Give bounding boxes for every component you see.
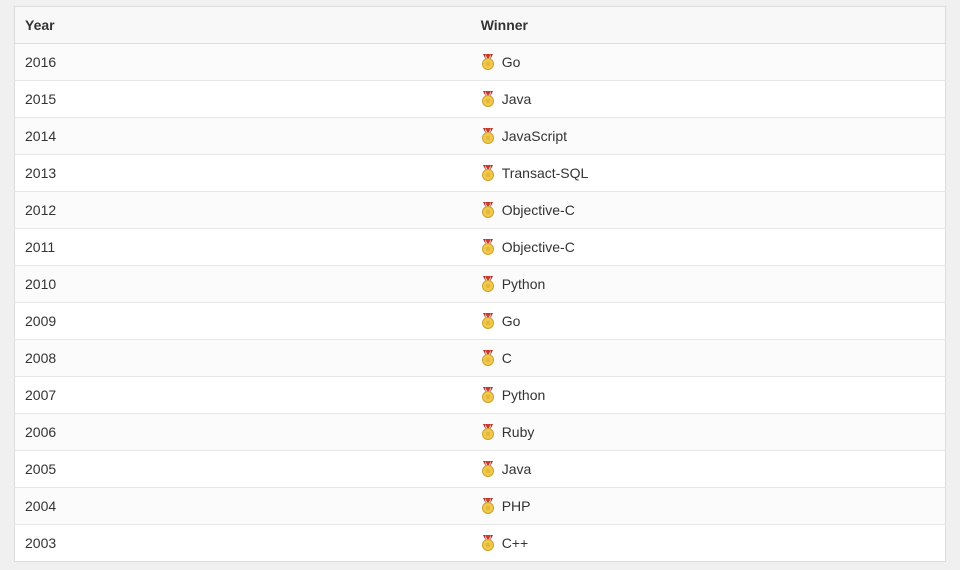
- winner-label: Ruby: [502, 424, 535, 440]
- table-row: 2009 Go: [15, 303, 946, 340]
- medal-icon: [481, 91, 495, 107]
- winner-label: Go: [502, 54, 521, 70]
- winner-label: C++: [502, 535, 528, 551]
- winner-label: Objective-C: [502, 202, 575, 218]
- cell-year: 2007: [15, 377, 471, 414]
- cell-year: 2013: [15, 155, 471, 192]
- medal-icon: [481, 202, 495, 218]
- cell-winner: Java: [471, 451, 946, 488]
- medal-icon: [481, 535, 495, 551]
- cell-winner: Ruby: [471, 414, 946, 451]
- winner-label: Java: [502, 91, 532, 107]
- cell-year: 2004: [15, 488, 471, 525]
- cell-winner: Objective-C: [471, 192, 946, 229]
- table-row: 2005 Java: [15, 451, 946, 488]
- table-row: 2014 JavaScript: [15, 118, 946, 155]
- medal-icon: [481, 239, 495, 255]
- cell-winner: C++: [471, 525, 946, 562]
- table-row: 2010 Python: [15, 266, 946, 303]
- cell-year: 2005: [15, 451, 471, 488]
- medal-icon: [481, 461, 495, 477]
- cell-year: 2006: [15, 414, 471, 451]
- table-row: 2007 Python: [15, 377, 946, 414]
- cell-winner: Java: [471, 81, 946, 118]
- cell-winner: Go: [471, 44, 946, 81]
- table-row: 2004 PHP: [15, 488, 946, 525]
- table-row: 2008 C: [15, 340, 946, 377]
- header-winner: Winner: [471, 7, 946, 44]
- cell-winner: Python: [471, 377, 946, 414]
- table-row: 2016 Go: [15, 44, 946, 81]
- medal-icon: [481, 54, 495, 70]
- cell-year: 2012: [15, 192, 471, 229]
- winner-label: Go: [502, 313, 521, 329]
- header-year: Year: [15, 7, 471, 44]
- medal-icon: [481, 128, 495, 144]
- cell-year: 2015: [15, 81, 471, 118]
- winner-label: Java: [502, 461, 532, 477]
- medal-icon: [481, 165, 495, 181]
- cell-winner: Python: [471, 266, 946, 303]
- table-row: 2011 Objective-C: [15, 229, 946, 266]
- cell-year: 2016: [15, 44, 471, 81]
- table-header-row: Year Winner: [15, 7, 946, 44]
- table-row: 2012 Objective-C: [15, 192, 946, 229]
- medal-icon: [481, 387, 495, 403]
- table-row: 2015 Java: [15, 81, 946, 118]
- winners-table: Year Winner 2016 Go 2015 Java 2014 JavaScript…: [14, 6, 946, 562]
- winner-label: Objective-C: [502, 239, 575, 255]
- medal-icon: [481, 313, 495, 329]
- cell-year: 2011: [15, 229, 471, 266]
- cell-winner: Objective-C: [471, 229, 946, 266]
- medal-icon: [481, 498, 495, 514]
- winner-label: JavaScript: [502, 128, 567, 144]
- table-row: 2013 Transact-SQL: [15, 155, 946, 192]
- cell-year: 2009: [15, 303, 471, 340]
- medal-icon: [481, 276, 495, 292]
- cell-year: 2010: [15, 266, 471, 303]
- cell-winner: Go: [471, 303, 946, 340]
- cell-winner: JavaScript: [471, 118, 946, 155]
- winner-label: Transact-SQL: [502, 165, 589, 181]
- winner-label: Python: [502, 387, 546, 403]
- cell-winner: C: [471, 340, 946, 377]
- cell-winner: PHP: [471, 488, 946, 525]
- winner-label: Python: [502, 276, 546, 292]
- winner-label: PHP: [502, 498, 531, 514]
- medal-icon: [481, 350, 495, 366]
- table-row: 2003 C++: [15, 525, 946, 562]
- cell-year: 2008: [15, 340, 471, 377]
- table-row: 2006 Ruby: [15, 414, 946, 451]
- cell-year: 2003: [15, 525, 471, 562]
- cell-year: 2014: [15, 118, 471, 155]
- cell-winner: Transact-SQL: [471, 155, 946, 192]
- winner-label: C: [502, 350, 512, 366]
- medal-icon: [481, 424, 495, 440]
